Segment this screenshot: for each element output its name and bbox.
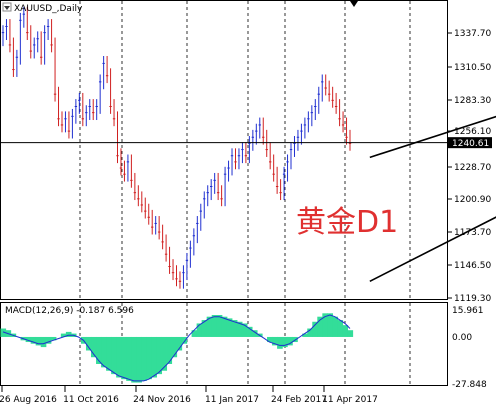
macd-bar — [106, 336, 112, 371]
macd-bar — [156, 336, 163, 375]
macd-bar — [181, 336, 188, 344]
macd-bar — [337, 320, 344, 337]
macd-bar — [40, 336, 47, 348]
price-axis: 1337.70 1310.50 1283.30 1256.10 1228.70 1200.… — [448, 29, 491, 304]
symbol-dropdown-icon — [2, 2, 12, 12]
time-tick-label: 24 Feb 2017 — [271, 395, 327, 405]
macd-bar — [342, 325, 349, 337]
macd-label: MACD(12,26,9) -0.187 6.596 — [5, 306, 134, 316]
macd-bar — [85, 336, 92, 351]
macd-tick-label: 15.961 — [452, 306, 484, 316]
macd-bar — [151, 336, 157, 378]
price-tick-label: 1200.90 — [454, 195, 491, 205]
macd-bar — [116, 336, 122, 378]
price-tick-label: 1228.70 — [454, 163, 491, 173]
price-tick-label: 1310.50 — [454, 63, 491, 73]
price-tick-label: 1119.30 — [454, 294, 491, 304]
macd-bar — [327, 313, 333, 337]
macd-bar — [136, 336, 142, 383]
macd-bar — [141, 336, 147, 381]
time-tick-label: 26 Aug 2016 — [0, 395, 57, 405]
macd-bar — [211, 315, 218, 337]
macd-bar — [171, 336, 178, 358]
symbol-label: XAUUSD_,Daily — [14, 4, 83, 14]
gold-annotation: 黄金D1 — [296, 205, 398, 240]
price-tick-label: 1256.10 — [454, 127, 491, 137]
current-price-tag: 1240.61 — [448, 137, 492, 149]
macd-bar — [111, 336, 117, 375]
macd-bar — [131, 336, 137, 383]
time-tick-label: 11 Oct 2016 — [63, 395, 119, 405]
chart-window[interactable]: 黄金D1 XAUUSD_,Daily 1337.70 1310.50 1283.30… — [0, 0, 496, 417]
macd-tick-label: -27.848 — [452, 380, 487, 390]
price-tick-label: 1146.50 — [454, 261, 491, 271]
price-tick-label: 1283.30 — [454, 96, 491, 106]
time-tick-label: 11 Apr 2017 — [322, 395, 378, 405]
macd-bar — [121, 336, 127, 380]
macd-bar — [216, 315, 223, 337]
macd-bar — [96, 336, 102, 364]
macd-bar — [332, 316, 339, 337]
current-price-label: 1240.61 — [452, 139, 489, 149]
macd-bar — [101, 336, 107, 368]
price-tick-label: 1337.70 — [454, 29, 491, 39]
macd-bar — [126, 336, 132, 381]
macd-bar — [277, 336, 283, 349]
macd-bar — [146, 336, 152, 380]
macd-bar — [347, 330, 354, 337]
macd-bar — [221, 316, 228, 337]
symbol-header: XAUUSD_,Daily — [2, 2, 83, 14]
time-tick-label: 24 Nov 2016 — [133, 395, 191, 405]
time-tick-label: 11 Jan 2017 — [205, 395, 259, 405]
price-tick-label: 1173.70 — [454, 228, 491, 238]
macd-tick-label: 0.00 — [452, 333, 472, 343]
macd-bar — [312, 321, 318, 337]
